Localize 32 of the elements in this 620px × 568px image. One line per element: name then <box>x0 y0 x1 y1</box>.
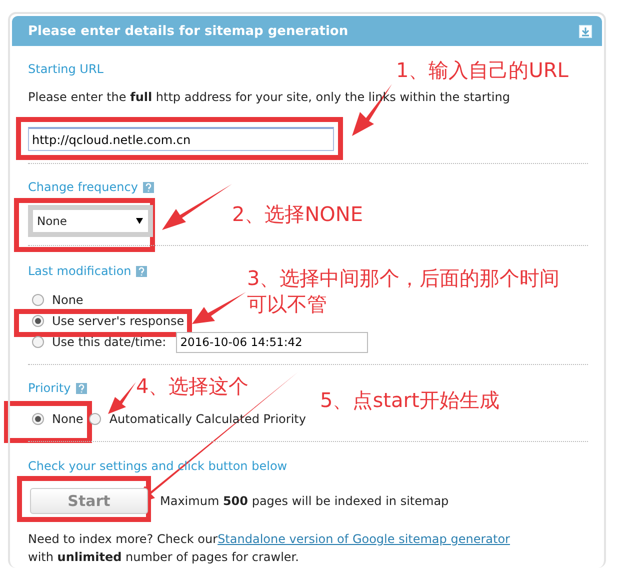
radio-label: Use server's response <box>52 314 184 328</box>
annotation-text: 3、选择中间那个，后面的那个时间 <box>247 268 560 288</box>
help-icon[interactable] <box>76 383 87 394</box>
annotation-text: 可以不管 <box>247 294 327 314</box>
radio-button[interactable] <box>32 336 44 348</box>
frequency-dropdown[interactable]: None <box>33 210 148 232</box>
radio-label: None <box>52 412 84 426</box>
help-icon[interactable] <box>142 182 154 193</box>
generator-link[interactable]: Standalone version of Google sitemap generator <box>218 532 510 546</box>
collapse-icon[interactable] <box>579 24 592 38</box>
annotation-text: 2、选择NONE <box>232 204 364 224</box>
annotation-text: 4、选择这个 <box>136 376 249 396</box>
annotation-text: 5、点start开始生成 <box>320 390 500 410</box>
section-heading: Last modification <box>28 264 132 279</box>
panel-title: Please enter details for sitemap generation <box>28 24 348 38</box>
section-heading: Starting URL <box>28 62 104 77</box>
radio-button[interactable] <box>89 413 102 425</box>
arrow <box>162 184 232 230</box>
section-heading: Change frequency <box>28 180 138 195</box>
radio-label: None <box>52 293 84 307</box>
help-icon[interactable] <box>136 266 148 277</box>
footer-text: Need to index more? Check ourStandalone version of Google sitemap generator with unlimited number of pages for crawler. <box>28 531 511 566</box>
section-heading: Priority <box>28 381 71 396</box>
caret-icon <box>136 218 143 224</box>
limit-note: Maximum 500 pages will be indexed in sitemap <box>160 494 449 508</box>
radio-button[interactable] <box>32 413 44 425</box>
radio-label: Use this date/time: <box>52 335 166 349</box>
radio-button[interactable] <box>32 315 44 327</box>
url-input-field[interactable]: http://qcloud.netle.com.cn <box>28 127 334 151</box>
radio-button[interactable] <box>32 294 44 306</box>
annotation-text: 1、输入自己的URL <box>396 60 568 80</box>
date-input-field[interactable]: 2016-10-06 14:51:42 <box>176 332 368 352</box>
